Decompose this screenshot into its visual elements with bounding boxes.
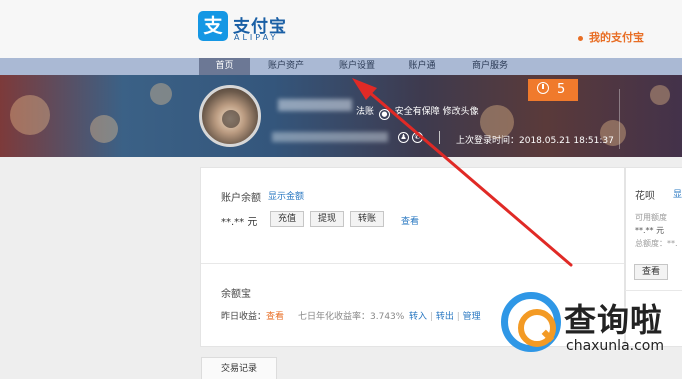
bokeh-light (90, 115, 118, 143)
my-alipay-label: 我的支付宝 (589, 31, 644, 44)
nav-item-home[interactable]: 首页 (199, 58, 250, 75)
nav-item-account-link[interactable]: 账户通 (400, 58, 444, 75)
yuebao-actions: 转入 | 转出 | 管理 (409, 309, 481, 322)
last-login-time: 上次登录时间：2018.05.21 18:51:37 (456, 136, 614, 146)
watermark-logo-icon (501, 292, 561, 352)
huabei-show-link[interactable]: 显示金 (673, 187, 682, 200)
edit-avatar-link[interactable]: 修改头像 (443, 107, 479, 117)
alipay-logo-icon: 支 (198, 11, 228, 41)
logo-text-en: ALIPAY (234, 33, 279, 42)
avatar[interactable] (199, 85, 261, 147)
alarm-clock-icon (537, 82, 549, 94)
phone-icon[interactable]: ✆ (412, 132, 423, 143)
bokeh-light (10, 95, 50, 135)
separator: | (456, 312, 460, 322)
security-status: 法账 ● 安全有保障 修改头像 (356, 104, 479, 120)
user-icon[interactable]: ♟ (398, 132, 409, 143)
balance-view-link[interactable]: 查看 (401, 214, 419, 227)
balance-title: 账户余额 (221, 193, 261, 204)
tab-transactions[interactable]: 交易记录 (201, 357, 277, 379)
profile-banner: 法账 ● 安全有保障 修改头像 ♟ ✆ 上次登录时间：2018.05.21 18… (0, 75, 682, 157)
huabei-title: 花呗 (635, 191, 655, 202)
yesterday-view-link[interactable]: 查看 (266, 312, 284, 322)
show-amount-link[interactable]: 显示金额 (268, 189, 304, 202)
transfer-out-link[interactable]: 转出 (436, 312, 454, 322)
nav-item-account-settings[interactable]: 账户设置 (329, 58, 385, 75)
watermark-url: chaxunla.com (566, 338, 664, 354)
blurred-account (272, 132, 388, 142)
huabei-available-value: **.** 元 (635, 226, 665, 235)
main-nav: 首页 账户资产 账户设置 账户通 商户服务 (0, 58, 682, 75)
yesterday-earnings: 昨日收益：查看 (221, 309, 284, 322)
huabei-total: 总额度：**. (635, 239, 678, 248)
manage-link[interactable]: 管理 (463, 312, 481, 322)
alarm-badge[interactable]: 5 (528, 79, 578, 101)
nav-item-account-assets[interactable]: 账户资产 (258, 58, 314, 75)
withdraw-button[interactable]: 提现 (310, 211, 344, 227)
transfer-in-link[interactable]: 转入 (409, 312, 427, 322)
balance-amount: **.** 元 (221, 217, 258, 228)
dot-icon (578, 35, 583, 41)
shield-icon: ● (378, 109, 390, 120)
recharge-button[interactable]: 充值 (270, 211, 304, 227)
watermark-text: 查询啦 (564, 301, 664, 339)
divider (619, 89, 620, 149)
divider (625, 290, 682, 291)
security-prefix: 法账 (356, 107, 375, 117)
huabei-view-button[interactable]: 查看 (634, 264, 668, 280)
bokeh-light (650, 85, 670, 105)
divider (201, 263, 624, 264)
separator: | (429, 312, 433, 322)
transfer-button[interactable]: 转账 (350, 211, 384, 227)
alarm-count: 5 (557, 82, 566, 97)
nav-item-merchant-services[interactable]: 商户服务 (462, 58, 518, 75)
seven-day-rate: 七日年化收益率：3.743% (298, 312, 405, 322)
my-alipay-link[interactable]: 我的支付宝 (578, 29, 644, 45)
yesterday-label: 昨日收益： (221, 312, 267, 322)
blurred-username (278, 99, 352, 111)
yuebao-title: 余额宝 (221, 289, 251, 300)
alipay-logo[interactable]: 支 支付宝 ALIPAY (198, 11, 294, 47)
security-text: 安全有保障 (394, 107, 440, 117)
bokeh-light (150, 83, 172, 105)
header: 支 支付宝 ALIPAY 我的支付宝 (0, 0, 682, 58)
huabei-available-label: 可用额度 (635, 213, 667, 222)
divider (439, 131, 440, 144)
